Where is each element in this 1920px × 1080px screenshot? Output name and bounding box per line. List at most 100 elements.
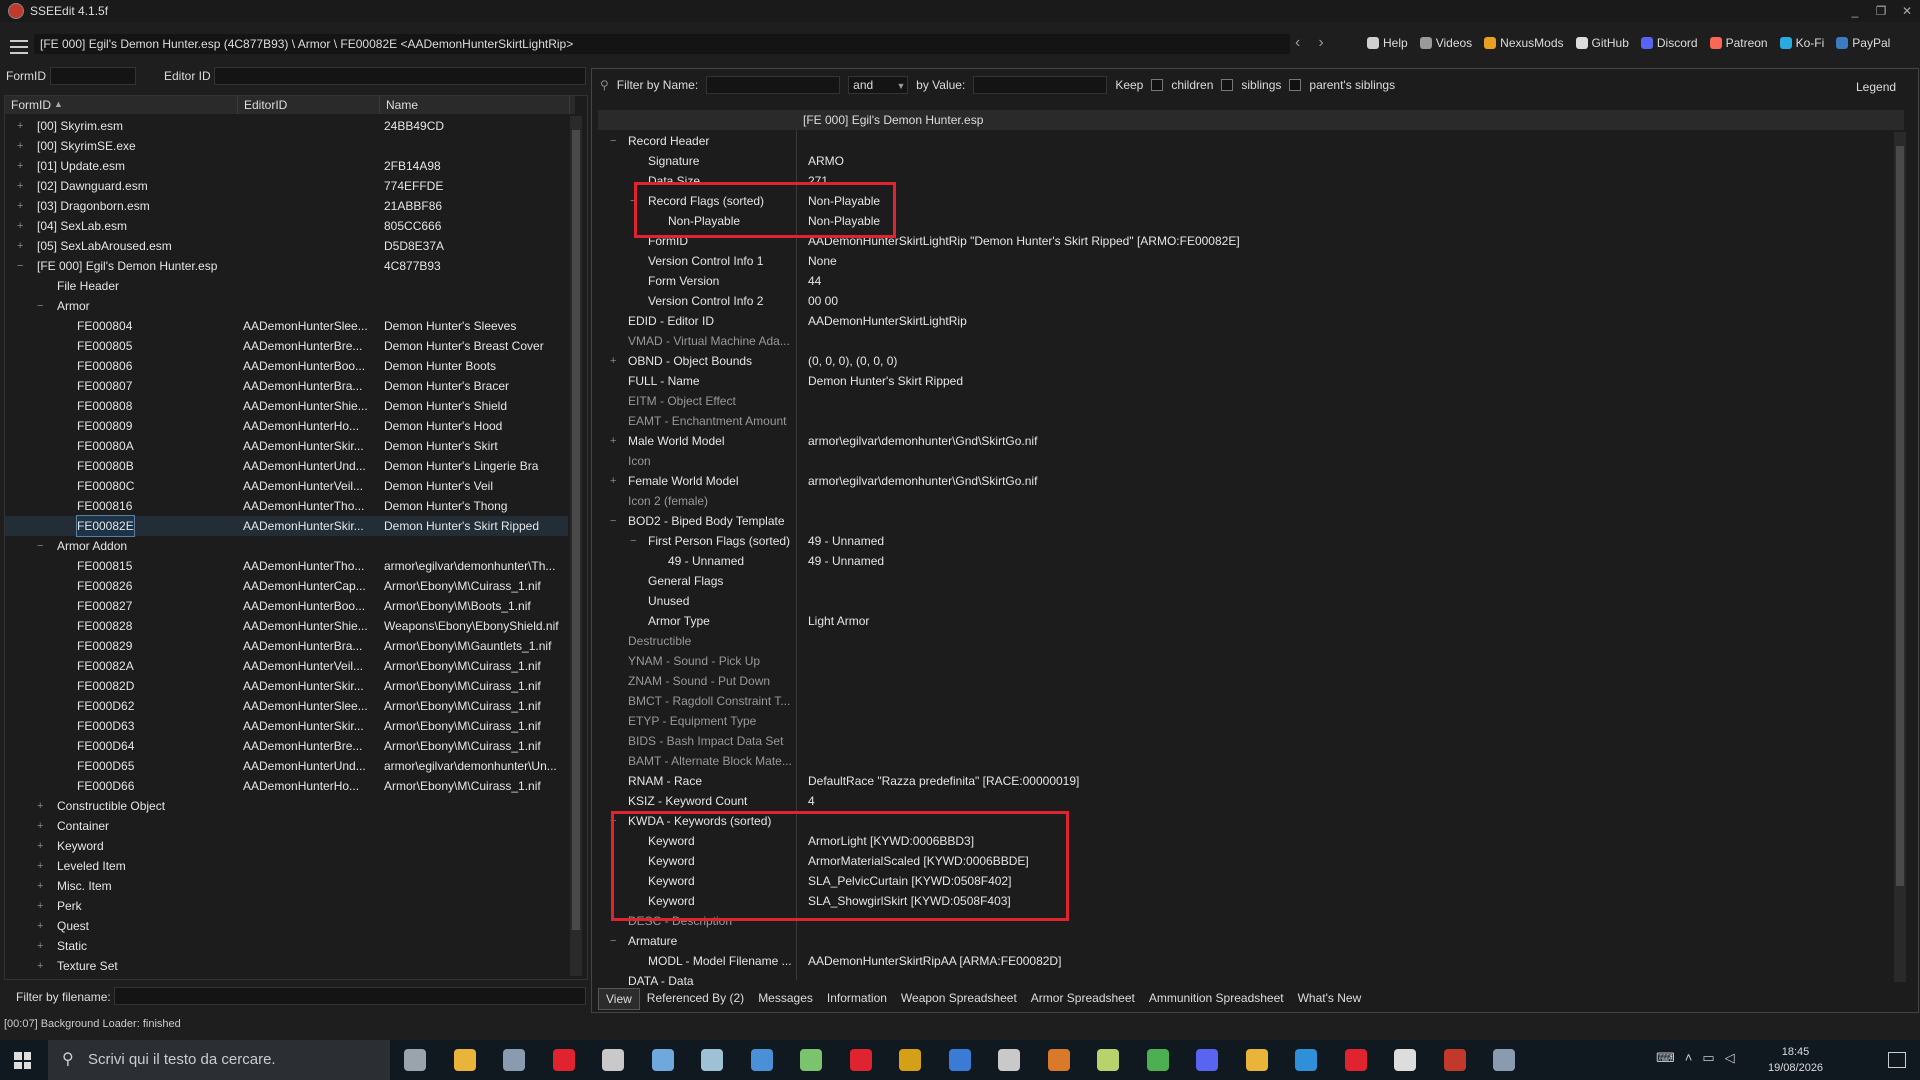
siblings-checkbox[interactable] bbox=[1221, 79, 1234, 91]
link-ko-fi[interactable]: Ko-Fi bbox=[1779, 36, 1824, 50]
tree-row[interactable]: FE00080C AADemonHunterVeil... Demon Hunter… bbox=[5, 476, 568, 496]
tree-row[interactable]: + Keyword bbox=[5, 836, 568, 856]
chevron-up-icon[interactable]: ˄ bbox=[1685, 1050, 1693, 1066]
msi-icon[interactable] bbox=[602, 1049, 624, 1071]
app-icon-11[interactable] bbox=[1245, 1049, 1268, 1071]
column-editorid[interactable]: EditorID bbox=[238, 96, 380, 114]
expand-toggle-icon[interactable]: + bbox=[37, 876, 43, 896]
link-nexusmods[interactable]: NexusMods bbox=[1484, 36, 1564, 50]
filter-value-input[interactable] bbox=[973, 76, 1108, 94]
tab-view[interactable]: View bbox=[598, 988, 640, 1010]
field-row[interactable]: EDID - Editor ID AADemonHunterSkirtLightR… bbox=[598, 311, 1890, 331]
and-or-select[interactable]: and ▼ bbox=[848, 76, 909, 94]
expand-toggle-icon[interactable]: + bbox=[37, 936, 43, 956]
tree-row[interactable]: FE00082E AADemonHunterSkir... Demon Hunter… bbox=[5, 515, 568, 537]
field-row[interactable]: − BOD2 - Biped Body Template bbox=[598, 511, 1890, 531]
app-icon-6[interactable] bbox=[899, 1049, 921, 1071]
app-icon-9[interactable] bbox=[1047, 1049, 1070, 1071]
chrome-icon[interactable] bbox=[1146, 1049, 1169, 1071]
expand-toggle-icon[interactable]: + bbox=[37, 836, 43, 856]
field-value[interactable]: armor\egilvar\demonhunter\Gnd\SkirtGo.ni… bbox=[808, 431, 1037, 451]
app-icon-4[interactable] bbox=[750, 1049, 773, 1071]
tab-what-s-new[interactable]: What's New bbox=[1291, 988, 1369, 1008]
field-row[interactable]: RNAM - Race DefaultRace "Razza predefinit… bbox=[598, 771, 1890, 791]
tree-row[interactable]: + [01] Update.esm 2FB14A98 bbox=[5, 156, 568, 176]
expand-toggle-icon[interactable]: + bbox=[37, 796, 43, 816]
link-github[interactable]: GitHub bbox=[1575, 36, 1629, 50]
parents-siblings-checkbox[interactable] bbox=[1289, 79, 1302, 91]
tree-scrollbar-thumb[interactable] bbox=[572, 130, 580, 930]
tree-row[interactable]: + [03] Dragonborn.esm 21ABBF86 bbox=[5, 196, 568, 216]
expand-toggle-icon[interactable]: − bbox=[630, 531, 636, 551]
tree-row[interactable]: − Armor Addon bbox=[5, 536, 568, 556]
field-row[interactable]: Destructible bbox=[598, 631, 1890, 651]
field-row[interactable]: FULL - Name Demon Hunter's Skirt Ripped bbox=[598, 371, 1890, 391]
field-value[interactable]: 44 bbox=[808, 271, 821, 291]
field-value[interactable]: ARMO bbox=[808, 151, 844, 171]
field-row[interactable]: Icon bbox=[598, 451, 1890, 471]
field-row[interactable]: MODL - Model Filename ... AADemonHunterSk… bbox=[598, 951, 1890, 971]
tree-row[interactable]: FE000809 AADemonHunterHo... Demon Hunter's… bbox=[5, 416, 568, 436]
field-row[interactable]: 49 - Unnamed 49 - Unnamed bbox=[598, 551, 1890, 571]
filter-name-input[interactable] bbox=[706, 76, 841, 94]
tree-row[interactable]: + Texture Set bbox=[5, 956, 568, 976]
link-patreon[interactable]: Patreon bbox=[1709, 36, 1768, 50]
field-row[interactable]: VMAD - Virtual Machine Ada... bbox=[598, 331, 1890, 351]
field-row[interactable]: Version Control Info 2 00 00 bbox=[598, 291, 1890, 311]
field-row[interactable]: EAMT - Enchantment Amount bbox=[598, 411, 1890, 431]
tab-ammunition-spreadsheet[interactable]: Ammunition Spreadsheet bbox=[1142, 988, 1291, 1008]
app-icon-7[interactable] bbox=[948, 1049, 971, 1071]
column-formid[interactable]: FormID bbox=[5, 96, 238, 114]
expand-toggle-icon[interactable]: + bbox=[17, 236, 23, 256]
field-value[interactable]: 49 - Unnamed bbox=[808, 551, 884, 571]
minimize-button[interactable]: _ bbox=[1842, 4, 1868, 18]
tab-weapon-spreadsheet[interactable]: Weapon Spreadsheet bbox=[894, 988, 1024, 1008]
field-value[interactable]: AADemonHunterSkirtLightRip bbox=[808, 311, 967, 331]
tree-row[interactable]: FE00080A AADemonHunterSkir... Demon Hunter… bbox=[5, 436, 568, 456]
menu-icon[interactable] bbox=[10, 40, 28, 54]
taskbar-search[interactable]: ⚲ Scrivi qui il testo da cercare. bbox=[48, 1040, 390, 1080]
app-icon-8[interactable] bbox=[998, 1049, 1020, 1071]
link-discord[interactable]: Discord bbox=[1640, 36, 1698, 50]
network-icon[interactable]: ▭ bbox=[1702, 1050, 1714, 1066]
tree-row[interactable]: FE000D65 AADemonHunterUnd... armor\egilvar… bbox=[5, 756, 568, 776]
field-row[interactable]: ZNAM - Sound - Put Down bbox=[598, 671, 1890, 691]
field-row[interactable]: Unused bbox=[598, 591, 1890, 611]
field-row[interactable]: Version Control Info 1 None bbox=[598, 251, 1890, 271]
field-value[interactable]: AADemonHunterSkirtRipAA [ARMA:FE00082D] bbox=[808, 951, 1061, 971]
tree-row[interactable]: FE000827 AADemonHunterBoo... Armor\Ebony\M… bbox=[5, 596, 568, 616]
opera-icon[interactable] bbox=[552, 1049, 575, 1071]
tree-row[interactable]: FE00082A AADemonHunterVeil... Armor\Ebony\… bbox=[5, 656, 568, 676]
maximize-button[interactable]: ❐ bbox=[1868, 4, 1894, 18]
field-row[interactable]: KSIZ - Keyword Count 4 bbox=[598, 791, 1890, 811]
app-icon-10[interactable] bbox=[1097, 1049, 1119, 1071]
back-button[interactable]: ‹ bbox=[1295, 34, 1300, 52]
app-icon-2[interactable] bbox=[651, 1049, 674, 1071]
tree-row[interactable]: + Constructible Object bbox=[5, 796, 568, 816]
column-name[interactable]: Name bbox=[380, 96, 570, 114]
tree-row[interactable]: FE000816 AADemonHunterTho... Demon Hunter'… bbox=[5, 496, 568, 516]
field-value[interactable]: (0, 0, 0), (0, 0, 0) bbox=[808, 351, 897, 371]
expand-toggle-icon[interactable]: + bbox=[610, 431, 616, 451]
field-row[interactable]: + OBND - Object Bounds (0, 0, 0), (0, 0, 0… bbox=[598, 351, 1890, 371]
children-checkbox[interactable] bbox=[1151, 79, 1164, 91]
field-row[interactable]: + Female World Model armor\egilvar\demonhu… bbox=[598, 471, 1890, 491]
tab-armor-spreadsheet[interactable]: Armor Spreadsheet bbox=[1024, 988, 1142, 1008]
tree-row[interactable]: + Quest bbox=[5, 916, 568, 936]
field-value[interactable]: 00 00 bbox=[808, 291, 838, 311]
field-row[interactable]: − Armature bbox=[598, 931, 1890, 951]
field-row[interactable]: Form Version 44 bbox=[598, 271, 1890, 291]
tab-referenced-by-2[interactable]: Referenced By (2) bbox=[640, 988, 751, 1008]
tree-row[interactable]: + [04] SexLab.esm 805CC666 bbox=[5, 216, 568, 236]
tree-scrollbar[interactable] bbox=[570, 116, 582, 976]
editorid-filter-input[interactable] bbox=[214, 67, 586, 85]
clock[interactable]: 18:45 19/08/2026 bbox=[1768, 1044, 1823, 1076]
tab-information[interactable]: Information bbox=[820, 988, 894, 1008]
field-row[interactable]: BIDS - Bash Impact Data Set bbox=[598, 731, 1890, 751]
field-row[interactable]: Armor Type Light Armor bbox=[598, 611, 1890, 631]
legend-button[interactable]: Legend bbox=[1856, 80, 1896, 94]
expand-toggle-icon[interactable]: + bbox=[17, 216, 23, 236]
tree-row[interactable]: + [00] Skyrim.esm 24BB49CD bbox=[5, 116, 568, 136]
expand-toggle-icon[interactable]: + bbox=[37, 956, 43, 976]
app-icon-1[interactable] bbox=[503, 1049, 525, 1071]
